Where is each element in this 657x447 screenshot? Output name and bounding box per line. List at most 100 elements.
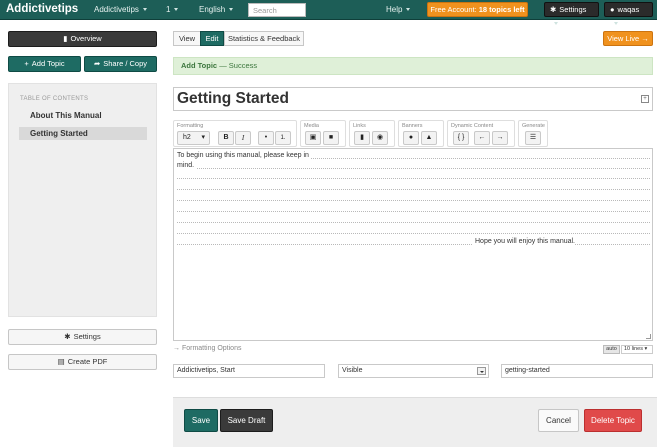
alert-title: Add Topic bbox=[181, 61, 218, 70]
share-icon: ➦ bbox=[93, 59, 101, 68]
arrow-right-icon[interactable]: → bbox=[492, 131, 508, 145]
editor-line bbox=[177, 200, 650, 201]
banners-label: Banners bbox=[402, 123, 423, 129]
links-group: Links ▮ ◉ bbox=[349, 120, 395, 147]
chevron-down-icon bbox=[229, 8, 234, 12]
topic-title-input[interactable]: Getting Started + bbox=[173, 87, 653, 111]
editor-text-line2: mind. bbox=[177, 162, 197, 169]
banners-group: Banners ● ▲ bbox=[398, 120, 444, 147]
gear-icon: ✱ bbox=[550, 5, 557, 14]
info-icon[interactable]: ● bbox=[403, 131, 419, 145]
editor-line bbox=[177, 233, 650, 234]
visibility-select[interactable]: Visible bbox=[338, 364, 489, 378]
alert-message: — Success bbox=[217, 61, 258, 70]
toc-item-getting-started[interactable]: Getting Started bbox=[19, 127, 147, 140]
document-link-icon[interactable]: ▮ bbox=[354, 131, 370, 145]
list-icon[interactable]: ☰ bbox=[525, 131, 541, 145]
bold-button[interactable]: B bbox=[218, 131, 234, 145]
add-topic-button[interactable]: + Add Topic bbox=[8, 56, 81, 72]
sidebar-settings-button[interactable]: ✱ Settings bbox=[8, 329, 157, 345]
warning-icon[interactable]: ▲ bbox=[421, 131, 437, 145]
keywords-input[interactable]: Addictivetips, Start bbox=[173, 364, 325, 378]
resize-handle[interactable] bbox=[646, 334, 651, 339]
view-live-button[interactable]: View Live → bbox=[603, 31, 653, 46]
cancel-button[interactable]: Cancel bbox=[538, 409, 579, 432]
editor-text-line1: To begin using this manual, please keep … bbox=[177, 152, 311, 159]
chevron-down-icon: ▾ bbox=[644, 346, 648, 352]
share-copy-button[interactable]: ➦ Share / Copy bbox=[84, 56, 157, 72]
chevron-down-icon bbox=[142, 8, 147, 12]
delete-topic-button[interactable]: Delete Topic bbox=[584, 409, 642, 432]
help-label: Help bbox=[386, 5, 403, 14]
expand-icon[interactable]: + bbox=[641, 95, 649, 103]
chevron-down-icon bbox=[477, 367, 486, 375]
video-icon[interactable]: ■ bbox=[323, 131, 339, 145]
free-account-label: Free Account: bbox=[430, 5, 479, 14]
lines-select-value: 10 lines bbox=[624, 346, 643, 352]
share-copy-label: Share / Copy bbox=[103, 59, 148, 68]
language-dropdown[interactable]: English bbox=[199, 5, 234, 14]
tab-edit[interactable]: Edit bbox=[200, 31, 224, 46]
formatting-options-link[interactable]: → Formatting Options bbox=[173, 345, 241, 352]
success-alert: Add Topic — Success bbox=[173, 57, 653, 75]
settings-dropdown[interactable]: ✱ Settings bbox=[544, 2, 599, 25]
add-topic-label: Add Topic bbox=[31, 59, 65, 68]
formatting-label: Formatting bbox=[177, 123, 204, 129]
view-live-label: View Live bbox=[607, 34, 640, 43]
visibility-value: Visible bbox=[342, 367, 363, 374]
dynamic-content-label: Dynamic Content bbox=[451, 123, 494, 129]
tab-view[interactable]: View bbox=[173, 31, 201, 46]
media-group: Media ▣ ■ bbox=[300, 120, 346, 147]
sidebar-settings-label: Settings bbox=[73, 332, 101, 341]
language-label: English bbox=[199, 5, 226, 14]
topic-editor[interactable]: To begin using this manual, please keep … bbox=[173, 148, 653, 341]
brand-logo[interactable]: Addictivetips bbox=[6, 3, 78, 15]
create-pdf-button[interactable]: ▤ Create PDF bbox=[8, 354, 157, 370]
user-dropdown[interactable]: ● waqas bbox=[604, 2, 653, 25]
save-button[interactable]: Save bbox=[184, 409, 218, 432]
editor-line bbox=[177, 222, 650, 223]
gear-icon: ✱ bbox=[64, 332, 71, 341]
top-navbar: Addictivetips Addictivetips 1 English Se… bbox=[0, 0, 657, 25]
bar-chart-icon: ▮ bbox=[63, 34, 68, 43]
slug-input[interactable]: getting-started bbox=[501, 364, 653, 378]
help-dropdown[interactable]: Help bbox=[386, 5, 411, 14]
generate-group: Generate ☰ bbox=[518, 120, 548, 147]
editor-line bbox=[177, 244, 650, 245]
lines-select[interactable]: 10 lines ▾ bbox=[621, 345, 653, 354]
page-dropdown[interactable]: 1 bbox=[166, 5, 179, 14]
formatting-group: Formatting h2 ▾ B I • 1. bbox=[173, 120, 297, 147]
auto-height-button[interactable]: auto bbox=[603, 345, 620, 354]
italic-button[interactable]: I bbox=[235, 131, 251, 145]
chevron-down-icon bbox=[554, 21, 558, 25]
generate-label: Generate bbox=[522, 123, 545, 129]
user-label: waqas bbox=[617, 5, 640, 14]
media-label: Media bbox=[304, 123, 319, 129]
numbered-list-button[interactable]: 1. bbox=[275, 131, 291, 145]
editor-text-closing: Hope you will enjoy this manual. bbox=[473, 238, 575, 245]
document-icon: ▤ bbox=[57, 357, 65, 366]
arrow-left-icon[interactable]: ← bbox=[474, 131, 490, 145]
code-braces-icon[interactable]: { } bbox=[453, 131, 469, 145]
page-number-label: 1 bbox=[166, 5, 171, 14]
save-draft-button[interactable]: Save Draft bbox=[220, 409, 273, 432]
toc-item-about[interactable]: About This Manual bbox=[19, 109, 147, 122]
heading-select-value: h2 bbox=[183, 134, 191, 141]
tab-statistics[interactable]: Statistics & Feedback bbox=[224, 31, 304, 46]
chevron-down-icon bbox=[614, 21, 618, 25]
editor-line bbox=[177, 178, 650, 179]
account-label: Addictivetips bbox=[94, 5, 139, 14]
account-dropdown[interactable]: Addictivetips bbox=[94, 5, 147, 14]
free-account-button[interactable]: Free Account: 18 topics left bbox=[427, 2, 528, 17]
chevron-down-icon bbox=[174, 8, 179, 12]
dynamic-content-group: Dynamic Content { } ← → bbox=[447, 120, 515, 147]
plus-icon: + bbox=[24, 59, 29, 68]
bullet-list-button[interactable]: • bbox=[258, 131, 274, 145]
search-input[interactable]: Search bbox=[248, 3, 306, 17]
settings-label: Settings bbox=[559, 5, 587, 14]
overview-button[interactable]: ▮ Overview bbox=[8, 31, 157, 47]
create-pdf-label: Create PDF bbox=[67, 357, 108, 366]
globe-icon[interactable]: ◉ bbox=[372, 131, 388, 145]
heading-select[interactable]: h2 ▾ bbox=[177, 131, 210, 145]
image-icon[interactable]: ▣ bbox=[305, 131, 321, 145]
